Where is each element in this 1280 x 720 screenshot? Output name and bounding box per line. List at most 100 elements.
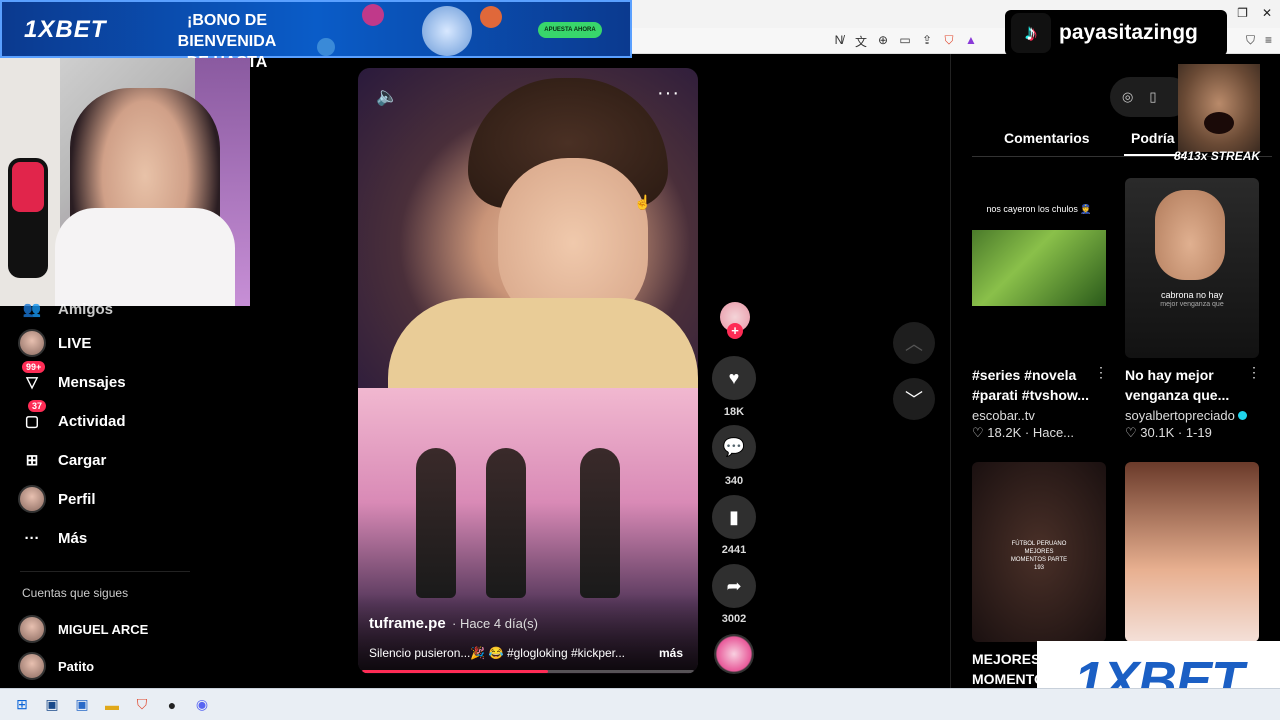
following-name: MIGUEL ARCE (58, 621, 149, 637)
thumbnail-person (1155, 190, 1225, 280)
planet2-decoration (480, 6, 502, 28)
friends-icon: 👥 (22, 301, 42, 318)
sidebar-item-label: Amigos (58, 300, 114, 318)
brave-browser-icon[interactable]: ⛉ (132, 695, 152, 715)
share-arrow-icon: ➦ (726, 575, 742, 596)
card-title[interactable]: No hay mejor venganza que... (1125, 365, 1243, 405)
streak-counter: 8413x STREAK (1174, 149, 1261, 163)
address-bar-icons: N̸ 文 ⊕ ▭ ⇪ ⛉ ▲ (832, 33, 978, 50)
ad-banner-top[interactable]: 1XBET ¡BONO DE BIENVENIDA DE HASTA APUES… (0, 0, 632, 71)
tiktok-username: payasitazingg (1059, 21, 1198, 44)
activity-icon: ▢ 37 (18, 400, 47, 435)
sidebar-item-friends[interactable]: 👥 Amigos (18, 294, 113, 324)
music-disc-icon[interactable] (714, 634, 754, 674)
card-options-icon[interactable]: ⋮ (1247, 364, 1261, 381)
video-more-link[interactable]: más (659, 646, 683, 660)
following-title: Cuentas que sigues (22, 586, 129, 600)
obs-icon[interactable]: ● (162, 695, 182, 715)
windows-taskbar: ⊞ ▣ ▣ ▬ ⛉ ● ◉ (0, 688, 1280, 720)
save-count: 2441 (721, 544, 747, 556)
dancer (416, 448, 456, 598)
zoom-icon[interactable]: ⊕ (876, 33, 890, 50)
menu-icon[interactable]: ≡ (1265, 33, 1272, 48)
ad-logo: 1XBET (24, 16, 107, 43)
comment-count: 340 (724, 475, 744, 487)
tiktok-logo-icon: ♪ (1011, 13, 1051, 53)
share-button[interactable]: ➦ (712, 564, 756, 608)
video-player[interactable]: 🔈 ··· tuframe.pe · Hace 4 día(s) Silenci… (358, 68, 698, 674)
follow-plus-icon[interactable]: + (727, 323, 743, 339)
wallet-icon[interactable]: ⛉ (1246, 33, 1255, 48)
card-user[interactable]: soyalbertopreciado (1125, 408, 1247, 423)
file-explorer-icon[interactable]: ▬ (102, 695, 122, 715)
more-icon: ··· (24, 529, 40, 547)
comment-button[interactable]: 💬 (712, 425, 756, 469)
cast-icon[interactable]: ▭ (898, 33, 912, 50)
tab-comments[interactable]: Comentarios (1004, 130, 1090, 146)
translate-icon[interactable]: 文 (854, 33, 868, 50)
card-title[interactable]: #series #novela #parati #tvshow... (972, 365, 1100, 405)
card-date: 1-19 (1185, 425, 1212, 440)
app-icon[interactable]: ▣ (72, 695, 92, 715)
video-thumbnail[interactable]: cabrona no hay mejor venganza que (1125, 178, 1259, 358)
sidebar-divider (20, 571, 190, 572)
maximize-icon[interactable]: ❐ (1237, 6, 1248, 20)
sidebar-item-live[interactable]: LIVE (18, 328, 91, 358)
sidebar-item-upload[interactable]: ⊞ Cargar (18, 445, 107, 475)
volume-icon[interactable]: 🔈 (376, 86, 398, 107)
ad-line-1: ¡BONO DE BIENVENIDA (177, 12, 277, 50)
close-icon[interactable]: ✕ (1262, 6, 1272, 20)
sidebar-item-label: Más (58, 529, 88, 547)
video-thumbnail[interactable]: nos cayeron los chulos 👮 (972, 178, 1106, 358)
following-avatar (18, 652, 46, 680)
video-thumbnail[interactable] (1125, 462, 1259, 642)
heart-outline-icon: ♡ (1125, 425, 1137, 440)
like-button[interactable]: ♥ (712, 356, 756, 400)
no-track-icon[interactable]: N̸ (832, 33, 846, 50)
comment-icon: 💬 (722, 436, 746, 457)
video-options-icon[interactable]: ··· (657, 82, 680, 105)
previous-video-button[interactable]: ︿ (893, 322, 935, 364)
discord-icon[interactable]: ◉ (192, 695, 212, 715)
thumbnail-caption: cabrona no hay (1160, 290, 1224, 300)
dancer (580, 448, 620, 598)
card-options-icon[interactable]: ⋮ (1094, 364, 1108, 381)
messages-icon: ▽ 99+ (18, 361, 46, 396)
verified-icon (1237, 411, 1247, 420)
video-thumbnail[interactable]: FÚTBOL PERUANO MEJORES MOMENTOS PARTE 19… (972, 462, 1106, 642)
sidebar-item-profile[interactable]: Perfil (18, 484, 96, 514)
speed-icon[interactable]: ◎ (1122, 89, 1133, 105)
like-count: 18K (723, 406, 745, 418)
video-author[interactable]: tuframe.pe (369, 615, 446, 632)
sidebar-item-more[interactable]: ··· Más (18, 523, 88, 553)
next-video-button[interactable]: ﹀ (893, 378, 935, 420)
task-view-icon[interactable]: ▣ (42, 695, 62, 715)
windows-start-icon[interactable]: ⊞ (12, 695, 32, 715)
sidebar-item-activity[interactable]: ▢ 37 Actividad (18, 400, 126, 436)
video-info-overlay (358, 594, 698, 674)
sidebar-item-label: Cargar (58, 451, 107, 469)
following-avatar (18, 615, 46, 643)
following-item[interactable]: Patito (18, 651, 94, 681)
tab-might-like[interactable]: Podría i (1131, 130, 1182, 146)
robot-decoration (422, 6, 472, 56)
bookmark-icon: ▮ (729, 506, 739, 527)
following-name: Patito (58, 658, 95, 674)
sidebar-item-label: LIVE (58, 334, 92, 352)
profile-avatar (18, 485, 46, 513)
video-progress-track[interactable] (362, 670, 694, 673)
brave-shield-icon[interactable]: ⛉ (942, 33, 956, 50)
meme-overlay (1178, 64, 1260, 152)
rewards-icon[interactable]: ▲ (964, 33, 978, 50)
sidebar-item-messages[interactable]: ▽ 99+ Mensajes (18, 361, 126, 397)
messages-badge: 99+ (22, 361, 46, 373)
share-icon[interactable]: ⇪ (920, 33, 934, 50)
following-item[interactable]: MIGUEL ARCE (18, 614, 148, 644)
device-icon[interactable]: ▯ (1149, 89, 1156, 105)
sidebar-item-label: Perfil (58, 490, 96, 508)
bet-now-button[interactable]: APUESTA AHORA (538, 22, 602, 38)
card-user[interactable]: escobar..tv (972, 408, 1035, 423)
video-person-shirt (388, 298, 698, 388)
browser-right-icons: ⛉ ≡ (1246, 33, 1272, 48)
save-button[interactable]: ▮ (712, 495, 756, 539)
